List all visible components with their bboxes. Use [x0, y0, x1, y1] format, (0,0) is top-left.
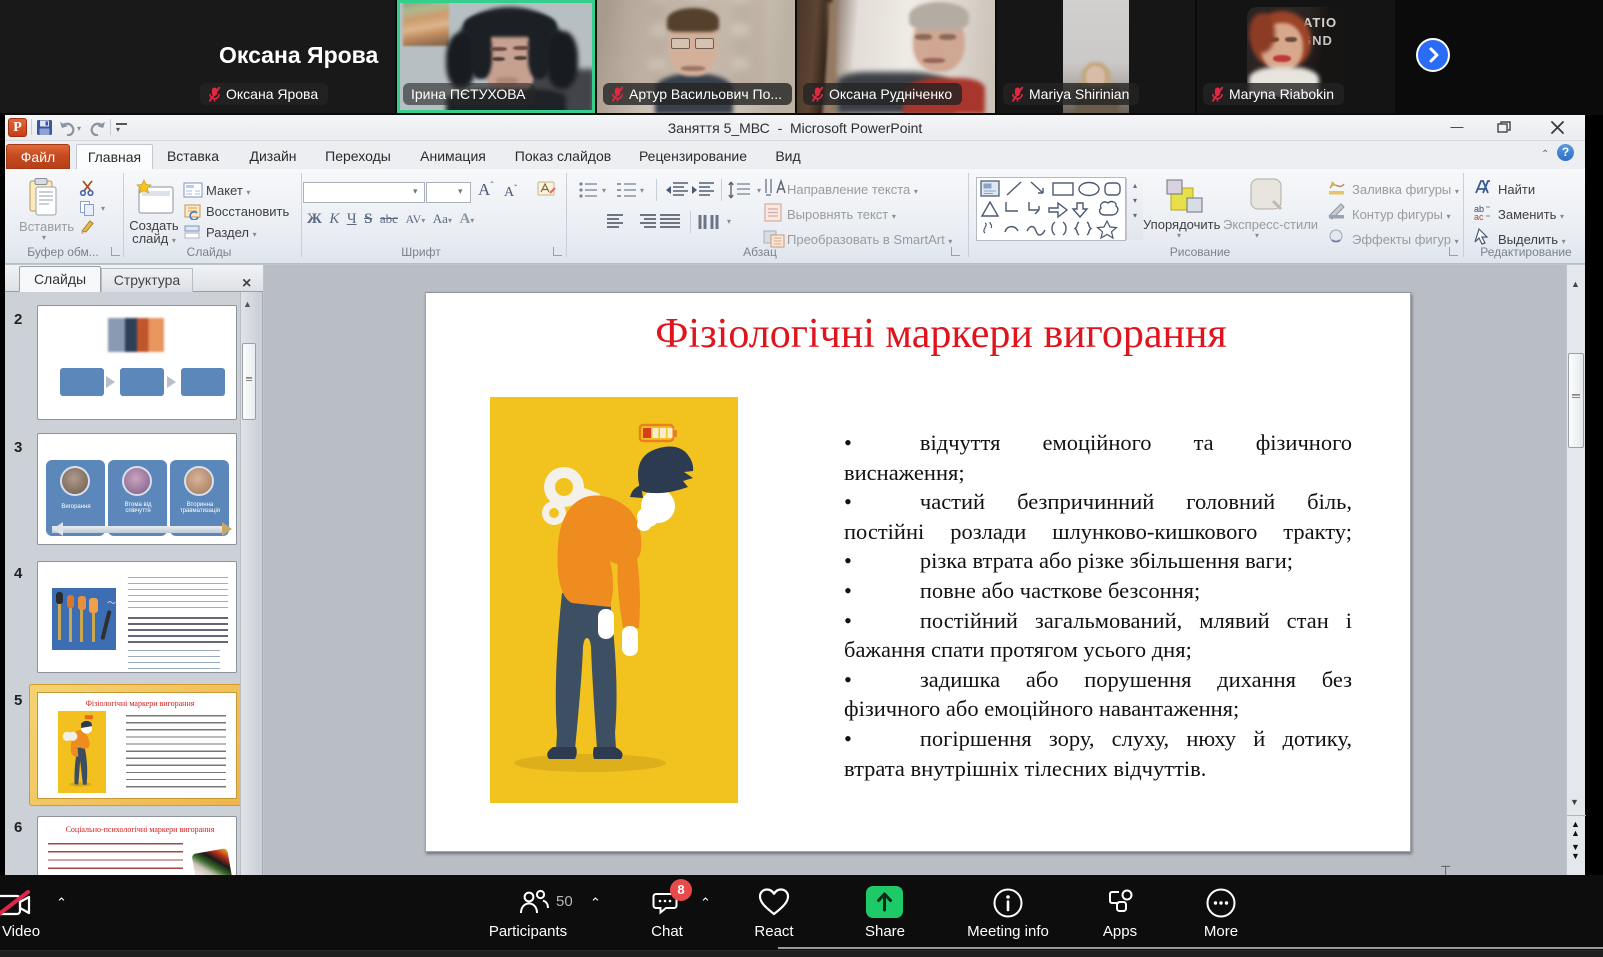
svg-text:ac: ac: [1474, 212, 1484, 221]
